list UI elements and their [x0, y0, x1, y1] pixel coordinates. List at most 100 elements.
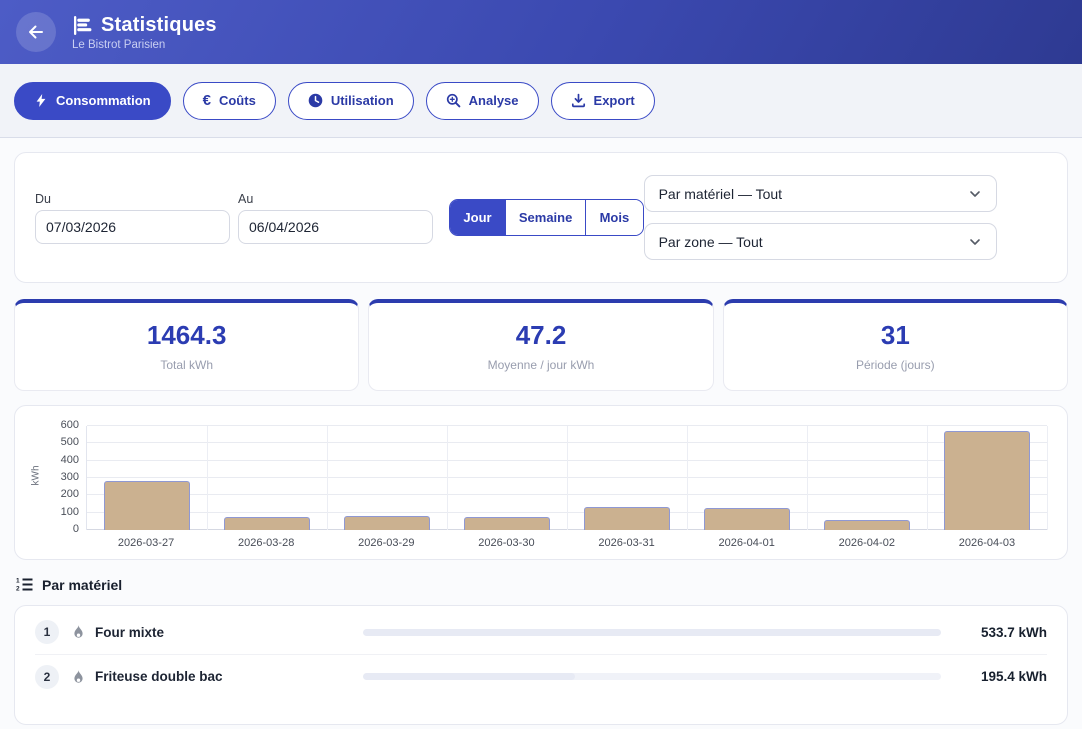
app-header: Statistiques Le Bistrot Parisien	[0, 0, 1082, 64]
material-select-value: Par matériel — Tout	[659, 186, 782, 202]
svg-text:1: 1	[16, 578, 20, 585]
chevron-down-icon	[968, 187, 982, 201]
chevron-down-icon	[968, 235, 982, 249]
main-content: Du Au JourSemaineMois Par matériel — Tou…	[0, 138, 1082, 729]
chart-plot-area	[86, 426, 1047, 530]
bar[interactable]	[944, 431, 1030, 530]
bar-slot	[807, 426, 927, 530]
x-tick-label: 2026-04-02	[807, 537, 927, 549]
bar[interactable]	[464, 517, 550, 530]
y-axis-ticks: 0100200300400500600	[45, 426, 79, 530]
stat-value: 1464.3	[15, 320, 358, 351]
tab-bar: Consommation € Coûts Utilisation Analyse Expo…	[0, 64, 1082, 138]
usage-value: 195.4 kWh	[959, 669, 1047, 684]
ranking-section-header: 1 2 Par matériel	[16, 576, 1066, 593]
date-from-label: Du	[35, 192, 230, 206]
equipment-name: Four mixte	[95, 625, 164, 640]
tab-label: Utilisation	[331, 93, 394, 108]
material-select[interactable]: Par matériel — Tout	[644, 175, 997, 212]
clock-icon	[308, 93, 323, 108]
tab-analyse[interactable]: Analyse	[426, 82, 539, 120]
bar[interactable]	[704, 508, 790, 530]
flame-icon	[71, 624, 86, 640]
ranking-row-friteuse-double-bac: 2 Friteuse double bac 195.4 kWh	[35, 654, 1047, 698]
y-tick-label: 300	[61, 472, 79, 483]
ranking-row-four-mixte: 1 Four mixte 533.7 kWh	[35, 610, 1047, 654]
filters-card: Du Au JourSemaineMois Par matériel — Tou…	[14, 152, 1068, 283]
x-tick-label: 2026-03-28	[206, 537, 326, 549]
usage-progress-track	[363, 673, 941, 680]
stat-card-total-kwh: 1464.3 Total kWh	[14, 299, 359, 391]
bar-slot	[927, 426, 1047, 530]
tab-utilisation[interactable]: Utilisation	[288, 82, 414, 120]
x-tick-label: 2026-03-31	[567, 537, 687, 549]
date-to-label: Au	[238, 192, 433, 206]
download-icon	[571, 93, 586, 108]
stat-card-moyenne-jour-kwh: 47.2 Moyenne / jour kWh	[368, 299, 713, 391]
zone-select-value: Par zone — Tout	[659, 234, 763, 250]
stat-card-periode-jours-: 31 Période (jours)	[723, 299, 1068, 391]
usage-value: 533.7 kWh	[959, 625, 1047, 640]
rank-badge: 1	[35, 620, 59, 644]
x-axis-labels: 2026-03-272026-03-282026-03-292026-03-30…	[86, 537, 1047, 549]
stat-value: 31	[724, 320, 1067, 351]
x-tick-label: 2026-03-30	[446, 537, 566, 549]
vertical-gridline	[1047, 426, 1048, 530]
tab-label: Consommation	[56, 93, 151, 108]
y-tick-label: 500	[61, 437, 79, 448]
tab-export[interactable]: Export	[551, 82, 655, 120]
euro-icon: €	[203, 93, 211, 108]
zone-select[interactable]: Par zone — Tout	[644, 223, 997, 260]
rank-badge: 2	[35, 665, 59, 689]
granularity-option-jour[interactable]: Jour	[450, 200, 506, 235]
bar-chart-icon	[72, 15, 93, 36]
consumption-chart-card: kWh 0100200300400500600 2026-03-272026-0…	[14, 405, 1068, 560]
bar-slot	[447, 426, 567, 530]
svg-text:2: 2	[16, 586, 20, 593]
date-to-input[interactable]	[238, 210, 433, 244]
back-button[interactable]	[16, 12, 56, 52]
lightning-icon	[34, 93, 48, 108]
bar[interactable]	[344, 516, 430, 530]
zoom-in-icon	[446, 93, 461, 108]
tab-label: Analyse	[469, 93, 519, 108]
stat-label: Moyenne / jour kWh	[369, 358, 712, 372]
bar-slot	[327, 426, 447, 530]
equipment-name: Friteuse double bac	[95, 669, 223, 684]
back-arrow-icon	[26, 22, 46, 42]
y-tick-label: 100	[61, 507, 79, 518]
tab-label: Export	[594, 93, 635, 108]
bar[interactable]	[104, 481, 190, 530]
numbered-list-icon: 1 2	[16, 576, 33, 593]
tab-couts[interactable]: € Coûts	[183, 82, 276, 120]
bar[interactable]	[584, 507, 670, 530]
granularity-option-mois[interactable]: Mois	[586, 200, 642, 235]
usage-progress-track	[363, 629, 941, 636]
stat-label: Total kWh	[15, 358, 358, 372]
ranking-card: 1 Four mixte 533.7 kWh 2 Friteuse double bac…	[14, 605, 1068, 725]
ranking-section-title: Par matériel	[42, 577, 122, 593]
date-from-group: Du	[35, 192, 230, 244]
x-tick-label: 2026-04-03	[927, 537, 1047, 549]
bar[interactable]	[824, 520, 910, 530]
stat-cards-row: 1464.3 Total kWh 47.2 Moyenne / jour kWh 31 P…	[14, 299, 1068, 391]
tab-label: Coûts	[219, 93, 256, 108]
bar[interactable]	[224, 517, 310, 530]
stat-value: 47.2	[369, 320, 712, 351]
bar-slot	[687, 426, 807, 530]
stat-label: Période (jours)	[724, 358, 1067, 372]
granularity-option-semaine[interactable]: Semaine	[506, 200, 586, 235]
bars-layer	[87, 426, 1047, 530]
date-from-input[interactable]	[35, 210, 230, 244]
y-axis-label: kWh	[31, 459, 42, 493]
usage-progress-fill	[363, 673, 575, 680]
granularity-segmented-control: JourSemaineMois	[449, 199, 644, 236]
x-tick-label: 2026-03-29	[326, 537, 446, 549]
page-title: Statistiques	[101, 14, 217, 37]
date-to-group: Au	[238, 192, 433, 244]
y-tick-label: 400	[61, 455, 79, 466]
bar-slot	[87, 426, 207, 530]
x-tick-label: 2026-04-01	[687, 537, 807, 549]
page-subtitle: Le Bistrot Parisien	[72, 39, 217, 51]
tab-consommation[interactable]: Consommation	[14, 82, 171, 120]
